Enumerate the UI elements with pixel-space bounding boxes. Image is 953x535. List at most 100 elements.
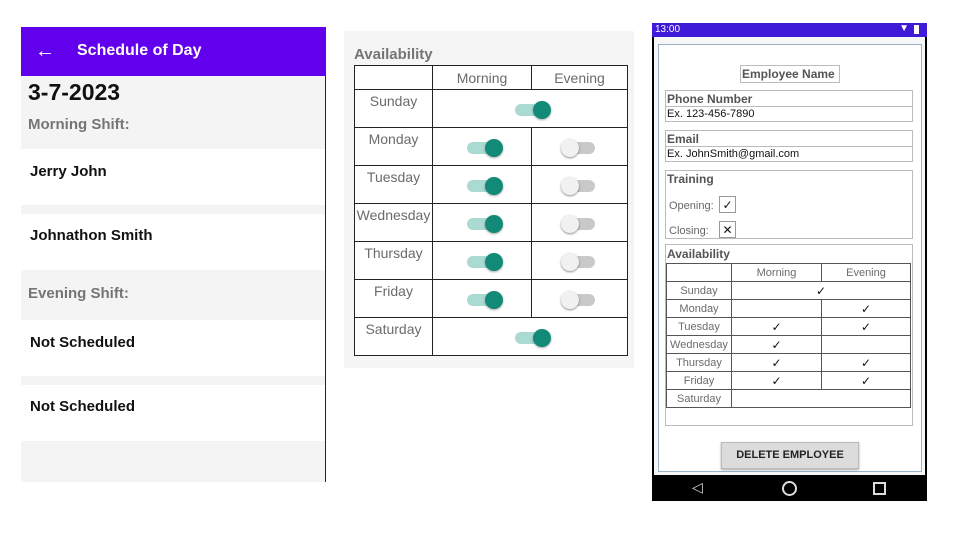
availability-heading: Availability bbox=[354, 46, 433, 63]
check-icon: ✓ bbox=[771, 355, 782, 370]
cell-wednesday-evening[interactable] bbox=[821, 335, 911, 354]
battery-icon bbox=[914, 25, 919, 34]
monday-morning-toggle[interactable] bbox=[467, 138, 503, 157]
day-label-saturday: Saturday bbox=[354, 317, 433, 356]
day-label-thursday: Thursday bbox=[354, 241, 433, 280]
cell-monday-morning bbox=[432, 127, 532, 166]
header-empty-cell bbox=[666, 263, 732, 282]
cell-friday-morning[interactable]: ✓ bbox=[731, 371, 822, 390]
cell-tuesday-morning bbox=[432, 165, 532, 204]
wednesday-morning-toggle[interactable] bbox=[467, 214, 503, 233]
wednesday-evening-toggle[interactable] bbox=[560, 214, 595, 233]
column-header-evening: Evening bbox=[821, 263, 911, 282]
training-label: Training bbox=[667, 172, 714, 186]
column-header-evening: Evening bbox=[531, 65, 628, 90]
cell-tuesday-evening bbox=[531, 165, 628, 204]
day-label-monday: Monday bbox=[666, 299, 732, 318]
evening-shift-label: Evening Shift: bbox=[28, 285, 129, 302]
list-item-morning-2[interactable]: Johnathon Smith bbox=[21, 214, 326, 270]
sunday-toggle[interactable] bbox=[515, 100, 551, 119]
employee-name: Not Scheduled bbox=[30, 334, 136, 351]
status-bar: 13:00 ▼ bbox=[652, 23, 927, 37]
phone-number-label: Phone Number bbox=[667, 92, 753, 106]
employee-name: Not Scheduled bbox=[30, 398, 136, 415]
employee-form: Employee Name Phone Number Ex. 123-456-7… bbox=[658, 44, 922, 472]
employee-name: Jerry John bbox=[30, 163, 107, 180]
friday-evening-toggle[interactable] bbox=[560, 290, 595, 309]
screen: Employee Name Phone Number Ex. 123-456-7… bbox=[654, 37, 925, 475]
tuesday-evening-toggle[interactable] bbox=[560, 176, 595, 195]
availability-table: Morning Evening Sunday Monday Tuesday We… bbox=[354, 65, 628, 356]
morning-shift-label: Morning Shift: bbox=[28, 116, 130, 133]
check-icon: ✓ bbox=[771, 373, 782, 388]
day-label-wednesday: Wednesday bbox=[354, 203, 433, 242]
recents-nav-icon[interactable] bbox=[873, 482, 886, 495]
friday-morning-toggle[interactable] bbox=[467, 290, 503, 309]
cell-saturday[interactable] bbox=[731, 389, 911, 408]
employee-name: Johnathon Smith bbox=[30, 227, 153, 244]
cell-tuesday-evening[interactable]: ✓ bbox=[821, 317, 911, 336]
cell-monday-evening bbox=[531, 127, 628, 166]
cell-thursday-evening bbox=[531, 241, 628, 280]
email-label: Email bbox=[667, 132, 700, 146]
schedule-of-day-screen: ← Schedule of Day 3-7-2023 Morning Shift… bbox=[21, 27, 326, 482]
wifi-icon: ▼ bbox=[899, 23, 909, 34]
availability-label: Availability bbox=[667, 247, 730, 261]
closing-checkbox[interactable]: ✕ bbox=[719, 221, 736, 238]
thursday-morning-toggle[interactable] bbox=[467, 252, 503, 271]
cell-thursday-morning[interactable]: ✓ bbox=[731, 353, 822, 372]
availability-panel: Availability Morning Evening Sunday Mond… bbox=[344, 31, 634, 368]
email-label-box: Email bbox=[665, 130, 913, 147]
day-label-tuesday: Tuesday bbox=[354, 165, 433, 204]
home-nav-icon[interactable] bbox=[782, 481, 797, 496]
cell-wednesday-morning[interactable]: ✓ bbox=[731, 335, 822, 354]
cell-thursday-evening[interactable]: ✓ bbox=[821, 353, 911, 372]
cell-thursday-morning bbox=[432, 241, 532, 280]
monday-evening-toggle[interactable] bbox=[560, 138, 595, 157]
closing-label: Closing: bbox=[669, 225, 709, 237]
tuesday-morning-toggle[interactable] bbox=[467, 176, 503, 195]
day-label-sunday: Sunday bbox=[666, 281, 732, 300]
cell-friday-evening[interactable]: ✓ bbox=[821, 371, 911, 390]
cell-friday-evening bbox=[531, 279, 628, 318]
day-label-friday: Friday bbox=[666, 371, 732, 390]
cell-wednesday-evening bbox=[531, 203, 628, 242]
availability-section: Availability Morning Evening Sunday ✓ Mo… bbox=[665, 244, 913, 426]
delete-employee-button[interactable]: DELETE EMPLOYEE bbox=[721, 442, 859, 469]
phone-number-input[interactable]: Ex. 123-456-7890 bbox=[665, 106, 913, 122]
status-time: 13:00 bbox=[655, 24, 681, 35]
back-nav-icon[interactable]: ◁ bbox=[692, 479, 703, 496]
cell-sunday bbox=[432, 89, 628, 128]
email-input[interactable]: Ex. JohnSmith@gmail.com bbox=[665, 146, 913, 162]
cell-sunday[interactable]: ✓ bbox=[731, 281, 911, 300]
email-placeholder: Ex. JohnSmith@gmail.com bbox=[667, 148, 800, 160]
thursday-evening-toggle[interactable] bbox=[560, 252, 595, 271]
employee-name-label: Employee Name bbox=[742, 67, 835, 81]
close-icon: ✕ bbox=[722, 223, 733, 237]
column-header-morning: Morning bbox=[432, 65, 532, 90]
cell-monday-morning[interactable] bbox=[731, 299, 822, 318]
list-item-evening-2[interactable]: Not Scheduled bbox=[21, 385, 326, 441]
cell-tuesday-morning[interactable]: ✓ bbox=[731, 317, 822, 336]
opening-checkbox[interactable]: ✓ bbox=[719, 196, 736, 213]
day-label-friday: Friday bbox=[354, 279, 433, 318]
check-icon: ✓ bbox=[722, 198, 733, 212]
check-icon: ✓ bbox=[771, 337, 782, 352]
list-item-evening-1[interactable]: Not Scheduled bbox=[21, 320, 326, 376]
saturday-toggle[interactable] bbox=[515, 328, 551, 347]
cell-monday-evening[interactable]: ✓ bbox=[821, 299, 911, 318]
day-label-monday: Monday bbox=[354, 127, 433, 166]
list-item-morning-1[interactable]: Jerry John bbox=[21, 149, 326, 205]
day-label-thursday: Thursday bbox=[666, 353, 732, 372]
day-label-sunday: Sunday bbox=[354, 89, 433, 128]
arrow-back-icon[interactable]: ← bbox=[35, 39, 55, 63]
day-label-saturday: Saturday bbox=[666, 389, 732, 408]
navigation-bar: ◁ bbox=[652, 475, 927, 501]
check-icon: ✓ bbox=[815, 283, 827, 298]
phone-frame: 13:00 ▼ Employee Name Phone Number Ex. 1… bbox=[652, 23, 927, 501]
check-icon: ✓ bbox=[860, 319, 872, 334]
app-bar-title: Schedule of Day bbox=[77, 42, 202, 59]
column-header-morning: Morning bbox=[731, 263, 822, 282]
employee-name-field[interactable]: Employee Name bbox=[740, 65, 840, 83]
opening-label: Opening: bbox=[669, 200, 714, 212]
